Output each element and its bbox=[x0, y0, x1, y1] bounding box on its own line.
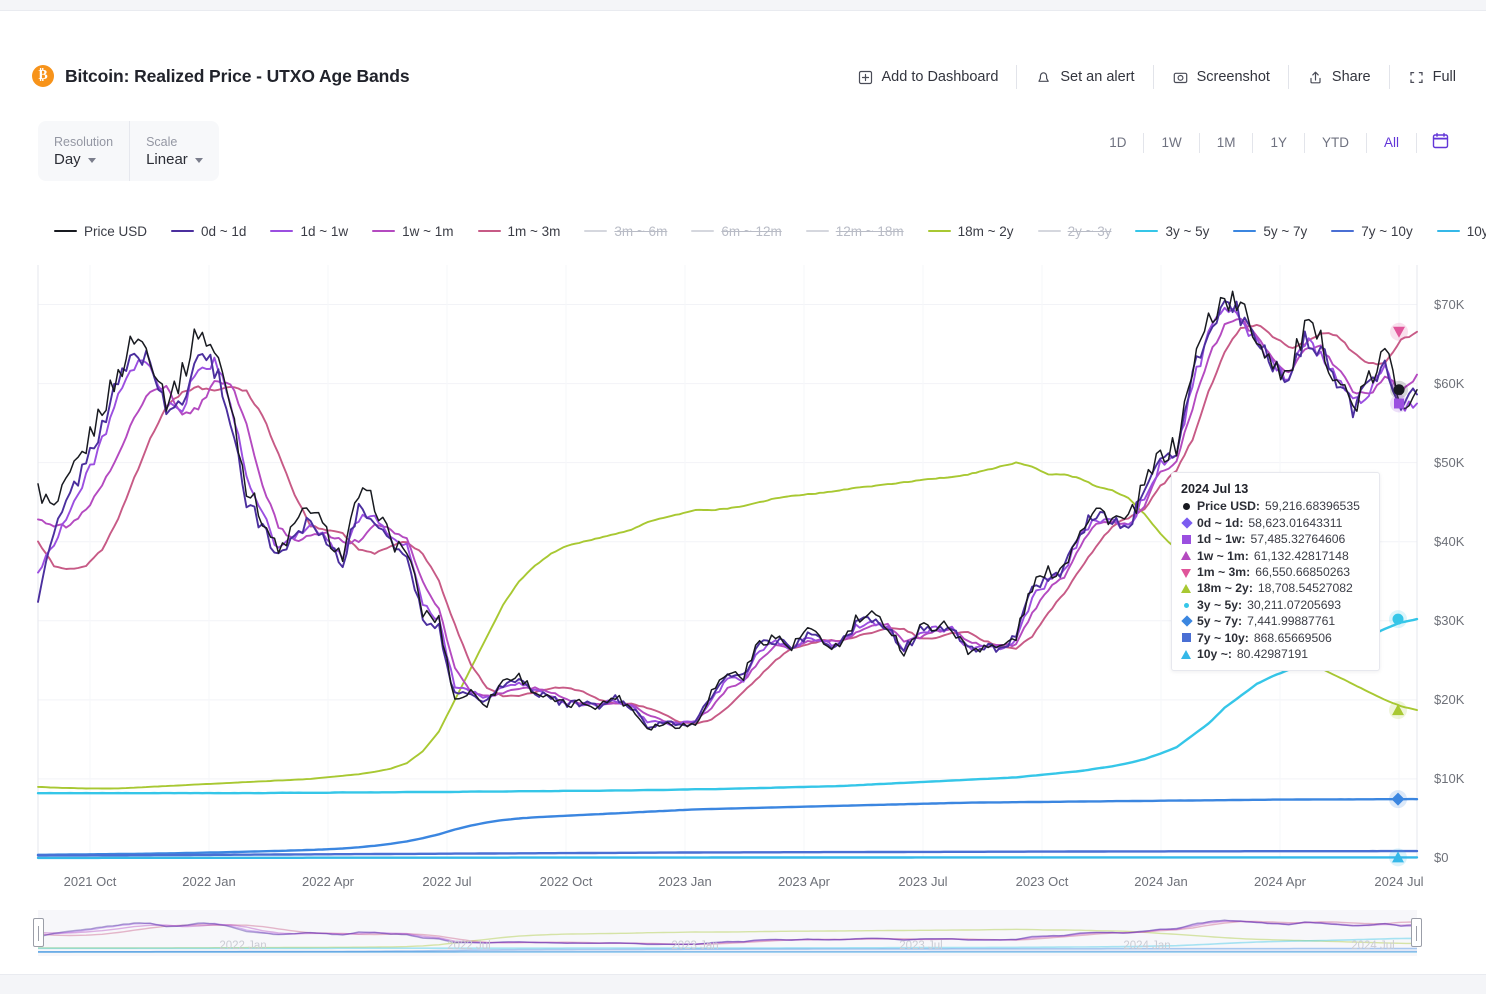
tooltip-marker-tri-up-icon bbox=[1181, 550, 1192, 561]
chart-tooltip: 2024 Jul 13 Price USD: 59,216.68396535 0d … bbox=[1171, 472, 1380, 672]
x-axis-tick-label: 2022 Oct bbox=[539, 874, 593, 889]
tooltip-row: 3y ~ 5y: 30,211.07205693 bbox=[1181, 597, 1369, 613]
navigator-tick-label: 2024 Jul bbox=[1351, 940, 1395, 952]
tooltip-marker-square-icon bbox=[1181, 632, 1192, 643]
tooltip-series-value: 57,485.32764606 bbox=[1250, 532, 1346, 547]
tooltip-series-value: 66,550.66850263 bbox=[1255, 565, 1351, 580]
navigator-left-handle[interactable] bbox=[33, 918, 44, 947]
tooltip-series-name: 3y ~ 5y: bbox=[1197, 597, 1243, 612]
tooltip-row: Price USD: 59,216.68396535 bbox=[1181, 498, 1369, 514]
tooltip-marker-tri-up-icon bbox=[1181, 649, 1192, 660]
tooltip-series-value: 61,132.42817148 bbox=[1253, 548, 1349, 563]
tooltip-row: 10y ~: 80.42987191 bbox=[1181, 646, 1369, 662]
tooltip-rows: Price USD: 59,216.68396535 0d ~ 1d: 58,623.… bbox=[1180, 498, 1369, 662]
tooltip-marker-tri-up-icon bbox=[1181, 583, 1192, 594]
tooltip-row: 1d ~ 1w: 57,485.32764606 bbox=[1181, 531, 1369, 547]
tooltip-series-name: 1d ~ 1w: bbox=[1197, 532, 1246, 547]
tooltip-series-value: 80.42987191 bbox=[1236, 647, 1309, 662]
y-axis-tick-label: $10K bbox=[1434, 770, 1465, 786]
x-axis-tick-label: 2024 Jul bbox=[1374, 874, 1424, 889]
tooltip-series-value: 18,708.54527082 bbox=[1257, 581, 1353, 596]
tooltip-series-name: 7y ~ 10y: bbox=[1197, 630, 1249, 645]
tooltip-series-name: 10y ~: bbox=[1197, 647, 1232, 662]
navigator-tick-label: 2024 Jan bbox=[1123, 940, 1171, 952]
tooltip-row: 18m ~ 2y: 18,708.54527082 bbox=[1181, 580, 1369, 596]
chart-page: ₿ Bitcoin: Realized Price - UTXO Age Ban… bbox=[0, 0, 1486, 994]
tooltip-series-name: 1w ~ 1m: bbox=[1197, 548, 1249, 563]
navigator-right-handle[interactable] bbox=[1411, 918, 1422, 947]
tooltip-series-name: 0d ~ 1d: bbox=[1197, 515, 1244, 530]
y-axis-tick-label: $0 bbox=[1434, 850, 1449, 865]
tooltip-series-name: 18m ~ 2y: bbox=[1197, 581, 1253, 596]
navigator-tick-label: 2023 Jul bbox=[899, 940, 943, 952]
tooltip-series-name: 5y ~ 7y: bbox=[1197, 614, 1243, 629]
x-axis-tick-label: 2022 Apr bbox=[301, 874, 355, 889]
y-axis-tick-label: $50K bbox=[1434, 454, 1465, 470]
tooltip-row: 7y ~ 10y: 868.65669506 bbox=[1181, 630, 1369, 646]
tooltip-row: 1w ~ 1m: 61,132.42817148 bbox=[1181, 548, 1369, 564]
navigator-tick-label: 2022 Jul bbox=[447, 940, 491, 952]
navigator-tick-label: 2022 Jan bbox=[219, 940, 267, 952]
navigator-labels: 2022 Jan 2022 Jul 2023 Jan 2023 Jul 2024 Jan… bbox=[38, 910, 1417, 956]
y-axis-tick-label: $20K bbox=[1434, 691, 1465, 707]
tooltip-marker-diamond-icon bbox=[1180, 615, 1193, 628]
x-axis-tick-label: 2022 Jan bbox=[182, 874, 236, 889]
chart-navigator[interactable]: 2022 Jan 2022 Jul 2023 Jan 2023 Jul 2024 Jan… bbox=[33, 910, 1422, 956]
page-top-strip bbox=[0, 0, 1486, 10]
tooltip-row: 1m ~ 3m: 66,550.66850263 bbox=[1181, 564, 1369, 580]
x-axis-tick-label: 2021 Oct bbox=[63, 874, 117, 889]
y-axis-tick-label: $70K bbox=[1434, 296, 1465, 312]
tooltip-series-value: 7,441.99887761 bbox=[1247, 614, 1336, 629]
x-axis-tick-label: 2023 Jul bbox=[898, 874, 948, 889]
x-axis-tick-label: 2024 Apr bbox=[1253, 874, 1307, 889]
x-axis-tick-label: 2023 Apr bbox=[777, 874, 831, 889]
tooltip-marker-square-icon bbox=[1181, 534, 1192, 545]
tooltip-series-value: 58,623.01643311 bbox=[1248, 515, 1343, 530]
tooltip-row: 0d ~ 1d: 58,623.01643311 bbox=[1180, 515, 1369, 531]
x-axis-tick-label: 2023 Oct bbox=[1015, 874, 1069, 889]
x-axis-tick-label: 2023 Jan bbox=[658, 874, 712, 889]
tooltip-date: 2024 Jul 13 bbox=[1181, 482, 1249, 496]
tooltip-series-name: Price USD: bbox=[1197, 499, 1260, 514]
x-axis-tick-label: 2024 Jan bbox=[1134, 874, 1188, 889]
tooltip-marker-diamond-icon bbox=[1180, 517, 1193, 529]
tooltip-series-value: 59,216.68396535 bbox=[1265, 499, 1360, 514]
y-axis-tick-label: $60K bbox=[1434, 375, 1465, 391]
tooltip-row: 5y ~ 7y: 7,441.99887761 bbox=[1180, 613, 1369, 629]
y-axis-tick-label: $30K bbox=[1434, 612, 1465, 628]
y-axis-tick-label: $40K bbox=[1434, 533, 1465, 549]
tooltip-series-name: 1m ~ 3m: bbox=[1197, 565, 1251, 580]
navigator-tick-label: 2023 Jan bbox=[671, 940, 719, 952]
tooltip-series-value: 868.65669506 bbox=[1253, 630, 1332, 645]
tooltip-marker-tri-down-icon bbox=[1181, 567, 1192, 578]
chart-card: ₿ Bitcoin: Realized Price - UTXO Age Ban… bbox=[0, 10, 1486, 975]
tooltip-marker-circle-icon bbox=[1181, 501, 1192, 512]
tooltip-marker-dot-icon bbox=[1181, 600, 1192, 611]
tooltip-series-value: 30,211.07205693 bbox=[1247, 597, 1342, 612]
x-axis-tick-label: 2022 Jul bbox=[422, 874, 472, 889]
